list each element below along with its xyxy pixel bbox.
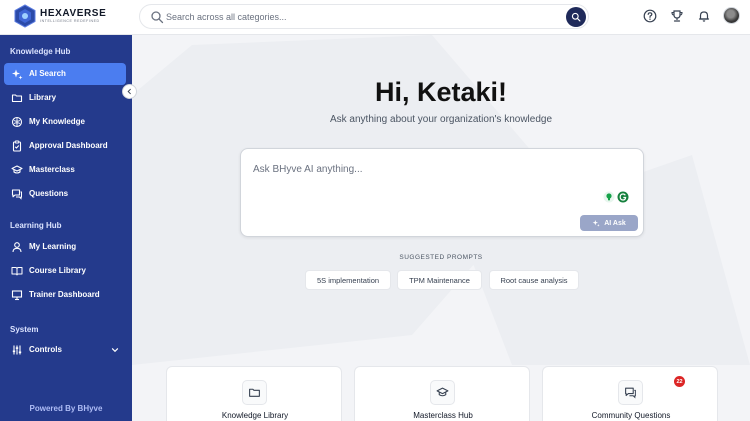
- chevron-down-icon[interactable]: [110, 345, 120, 355]
- clipboard-check-icon: [12, 140, 22, 152]
- card-label: Community Questions: [591, 411, 671, 420]
- sidebar: Knowledge Hub AI Search Library My Knowl…: [0, 35, 132, 421]
- greeting-heading: Hi, Ketaki!: [374, 77, 508, 107]
- graduation-cap-icon: [11, 165, 23, 174]
- sidebar-item-trainer-dashboard[interactable]: Trainer Dashboard: [4, 284, 126, 306]
- search-input[interactable]: [166, 8, 536, 25]
- sparkle-icon: [592, 220, 600, 227]
- card-masterclass-hub[interactable]: Masterclass Hub: [354, 366, 530, 421]
- section-title-learning-hub: Learning Hub: [10, 221, 62, 230]
- sidebar-item-ai-search[interactable]: AI Search: [4, 63, 126, 85]
- search-submit-button[interactable]: [566, 7, 586, 27]
- chat-icon: [11, 189, 22, 200]
- ai-ask-box: AI Ask: [240, 148, 644, 237]
- prompt-chip-tpm[interactable]: TPM Maintenance: [397, 270, 482, 290]
- main-content: Hi, Ketaki! Ask anything about your orga…: [132, 35, 750, 421]
- brand-logo[interactable]: HEXAVERSE INTELLIGENCE REDEFINED: [14, 4, 106, 28]
- sidebar-item-my-learning[interactable]: My Learning: [4, 236, 126, 258]
- sidebar-item-questions[interactable]: Questions: [4, 183, 126, 205]
- prompt-chip-root-cause[interactable]: Root cause analysis: [489, 270, 579, 290]
- card-label: Knowledge Library: [221, 411, 289, 420]
- global-search: [139, 4, 589, 29]
- folder-icon: [11, 94, 23, 103]
- trophy-icon[interactable]: [670, 9, 684, 23]
- ai-ask-button[interactable]: AI Ask: [580, 215, 638, 231]
- sidebar-item-label: My Knowledge: [29, 117, 86, 126]
- card-label: Masterclass Hub: [413, 411, 473, 420]
- brain-icon: [11, 116, 23, 128]
- card-knowledge-library[interactable]: Knowledge Library: [166, 366, 342, 421]
- search-icon: [571, 12, 581, 22]
- sidebar-item-my-knowledge[interactable]: My Knowledge: [4, 111, 126, 133]
- sidebar-item-label: Questions: [29, 189, 69, 198]
- help-icon[interactable]: [643, 9, 657, 23]
- user-icon: [12, 242, 22, 253]
- sidebar-item-label: My Learning: [29, 242, 77, 251]
- grammarly-icon[interactable]: [617, 191, 629, 203]
- chevron-left-icon: [127, 88, 131, 95]
- sidebar-item-masterclass[interactable]: Masterclass: [4, 159, 126, 181]
- card-community-questions[interactable]: 22 Community Questions: [542, 366, 718, 421]
- user-avatar[interactable]: [723, 7, 740, 24]
- book-open-icon: [11, 267, 23, 276]
- top-bar: HEXAVERSE INTELLIGENCE REDEFINED: [0, 0, 750, 35]
- sidebar-item-library[interactable]: Library: [4, 87, 126, 109]
- chat-icon: [625, 387, 636, 399]
- sidebar-item-label: Approval Dashboard: [29, 141, 108, 150]
- sidebar-item-label: AI Search: [29, 69, 66, 78]
- sidebar-item-course-library[interactable]: Course Library: [4, 260, 126, 282]
- notification-badge: 22: [674, 376, 685, 387]
- bulb-icon[interactable]: [603, 191, 615, 203]
- sidebar-collapse-button[interactable]: [122, 84, 137, 99]
- suggested-prompts-title: SUGGESTED PROMPTS: [399, 254, 483, 261]
- search-icon: [151, 11, 164, 24]
- sidebar-item-label: Library: [29, 93, 57, 102]
- section-title-system: System: [10, 325, 39, 334]
- sidebar-item-label: Course Library: [29, 266, 86, 275]
- sidebar-item-label: Controls: [29, 345, 62, 354]
- brand-name: HEXAVERSE: [40, 8, 107, 19]
- sidebar-item-label: Masterclass: [29, 165, 75, 174]
- brand-tagline: INTELLIGENCE REDEFINED: [40, 19, 100, 23]
- ai-ask-input[interactable]: [253, 161, 623, 177]
- sidebar-item-label: Trainer Dashboard: [29, 290, 100, 299]
- folder-icon: [249, 388, 260, 397]
- presentation-icon: [11, 290, 23, 301]
- ai-ask-button-label: AI Ask: [604, 219, 626, 227]
- hexagon-logo-icon: [14, 4, 36, 28]
- graduation-cap-icon: [436, 387, 449, 397]
- sliders-icon: [12, 345, 22, 355]
- prompt-chip-5s[interactable]: 5S implementation: [305, 270, 391, 290]
- powered-by-footer: Powered By BHyve: [29, 404, 103, 413]
- sparkle-icon: [12, 69, 23, 80]
- section-title-knowledge-hub: Knowledge Hub: [10, 47, 71, 56]
- greeting-subtitle: Ask anything about your organization's k…: [329, 114, 553, 125]
- sidebar-item-approval-dashboard[interactable]: Approval Dashboard: [4, 135, 126, 157]
- bell-icon[interactable]: [697, 9, 711, 23]
- sidebar-item-controls[interactable]: Controls: [4, 339, 126, 361]
